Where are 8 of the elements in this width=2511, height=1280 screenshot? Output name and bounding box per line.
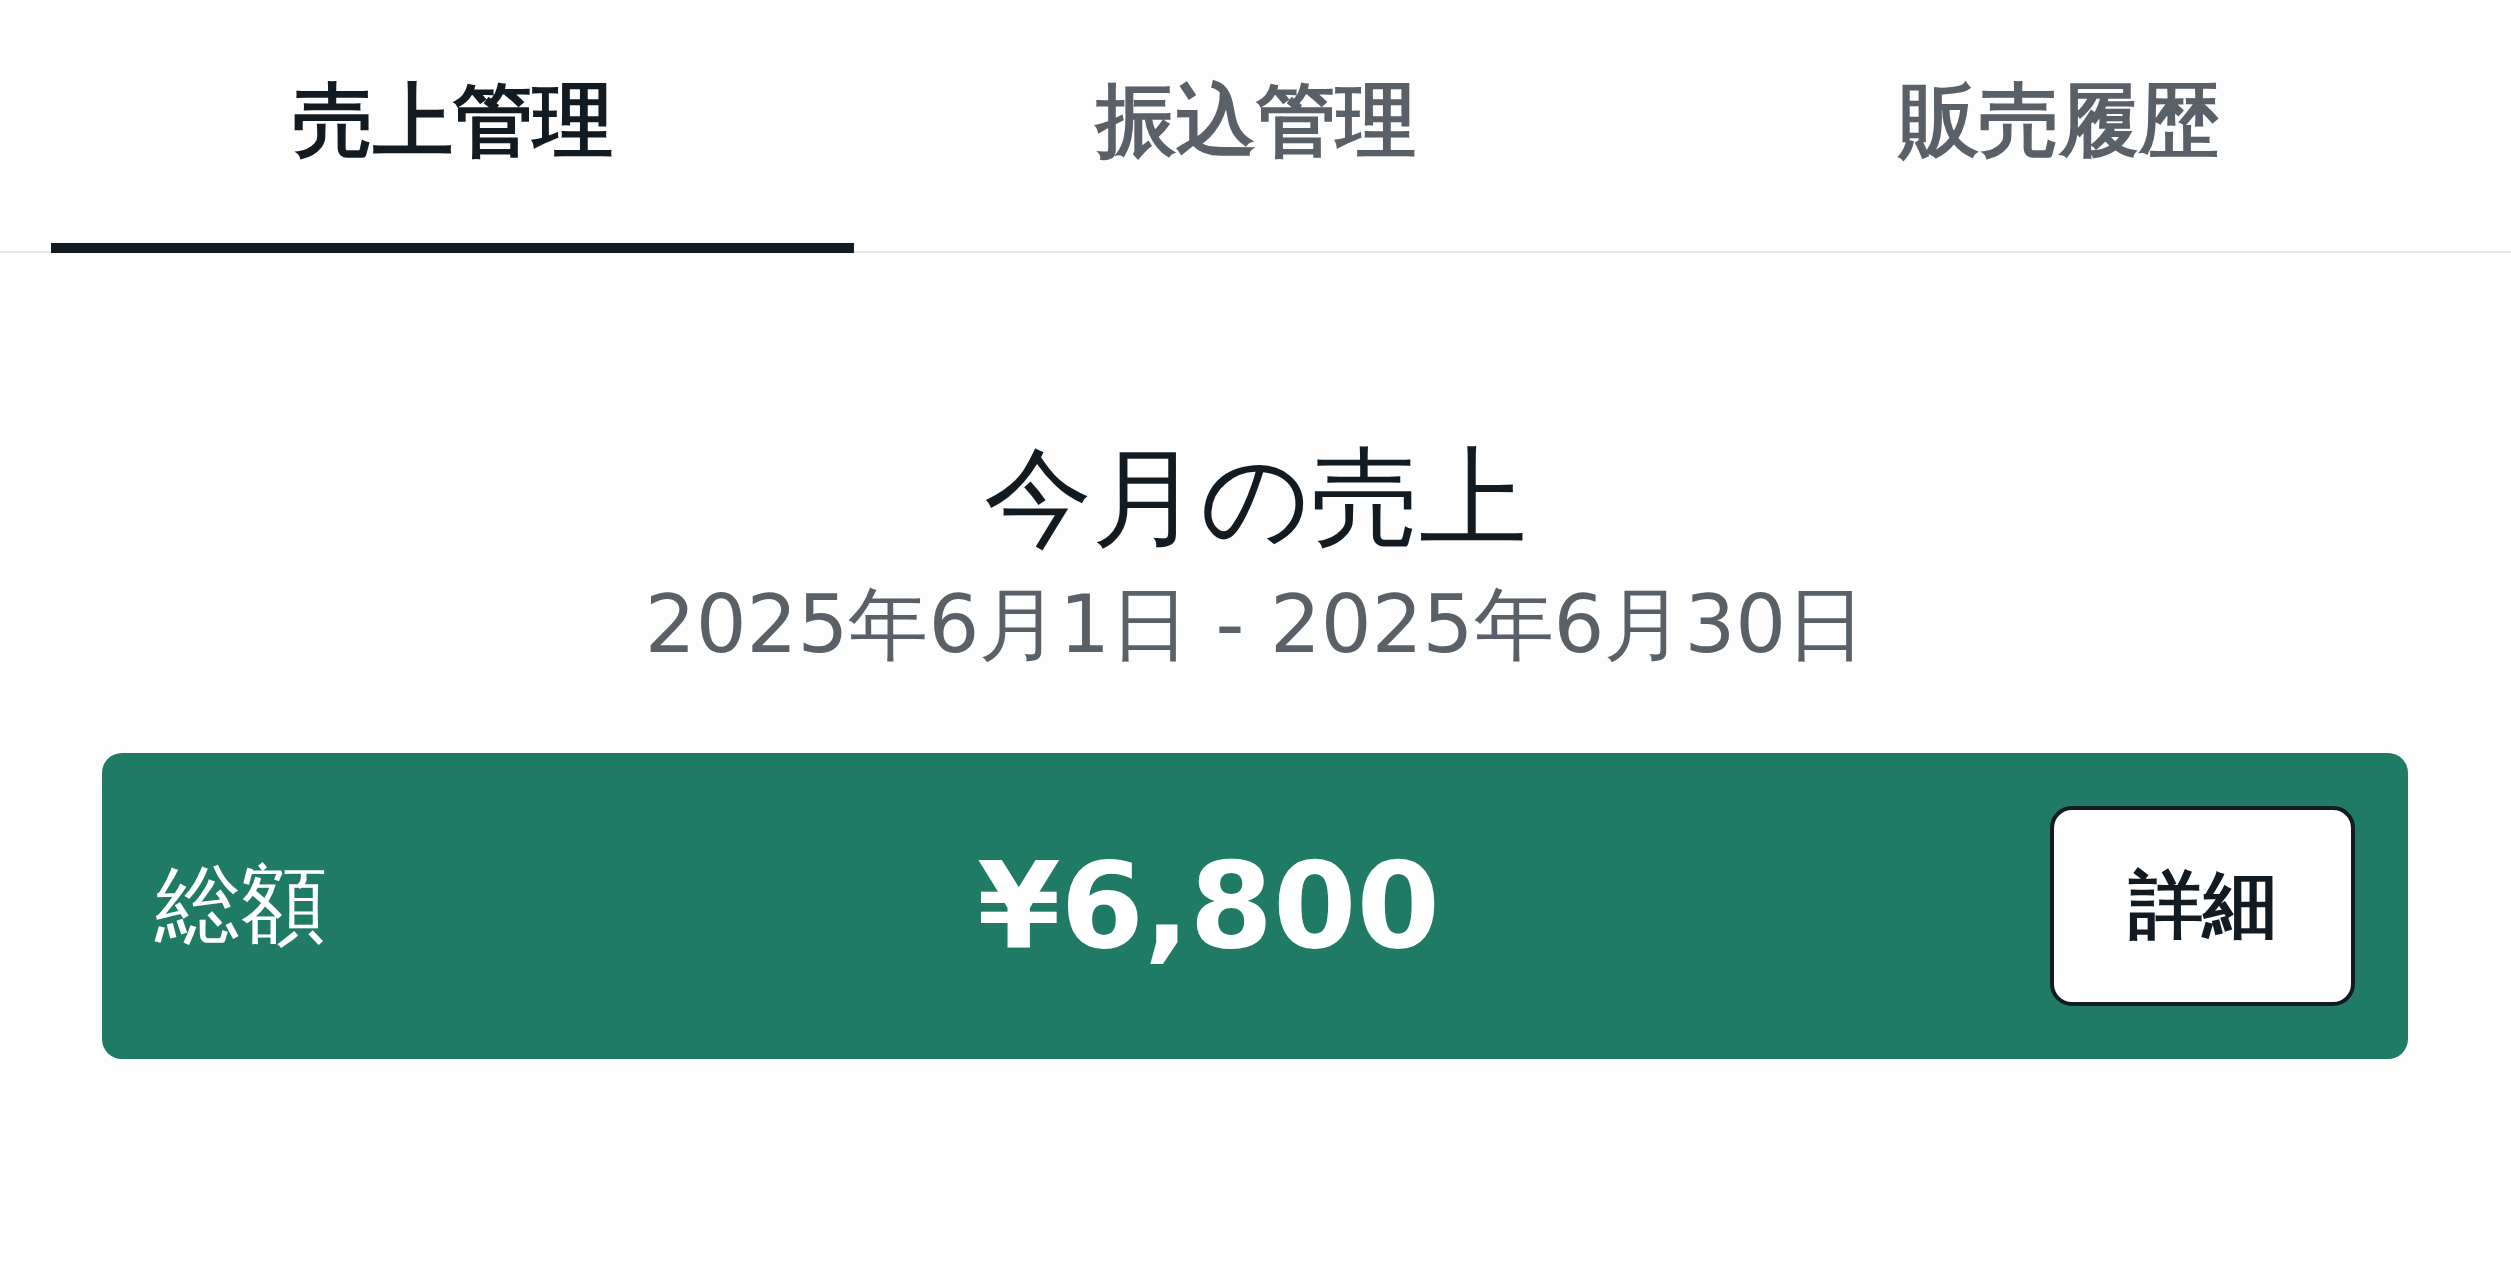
total-label: 総額 <box>155 853 327 957</box>
date-range: 2025年6月1日 - 2025年6月30日 <box>643 576 1868 673</box>
tab[interactable]: 販売履歴 <box>1657 0 2460 253</box>
section-title: 今月の売上 <box>983 434 1528 562</box>
total-amount: ¥6,800 <box>977 836 1441 976</box>
tab[interactable]: 売上管理 <box>51 0 854 253</box>
tab[interactable]: 振込管理 <box>854 0 1657 253</box>
details-button[interactable]: 詳細 <box>2050 805 2355 1006</box>
